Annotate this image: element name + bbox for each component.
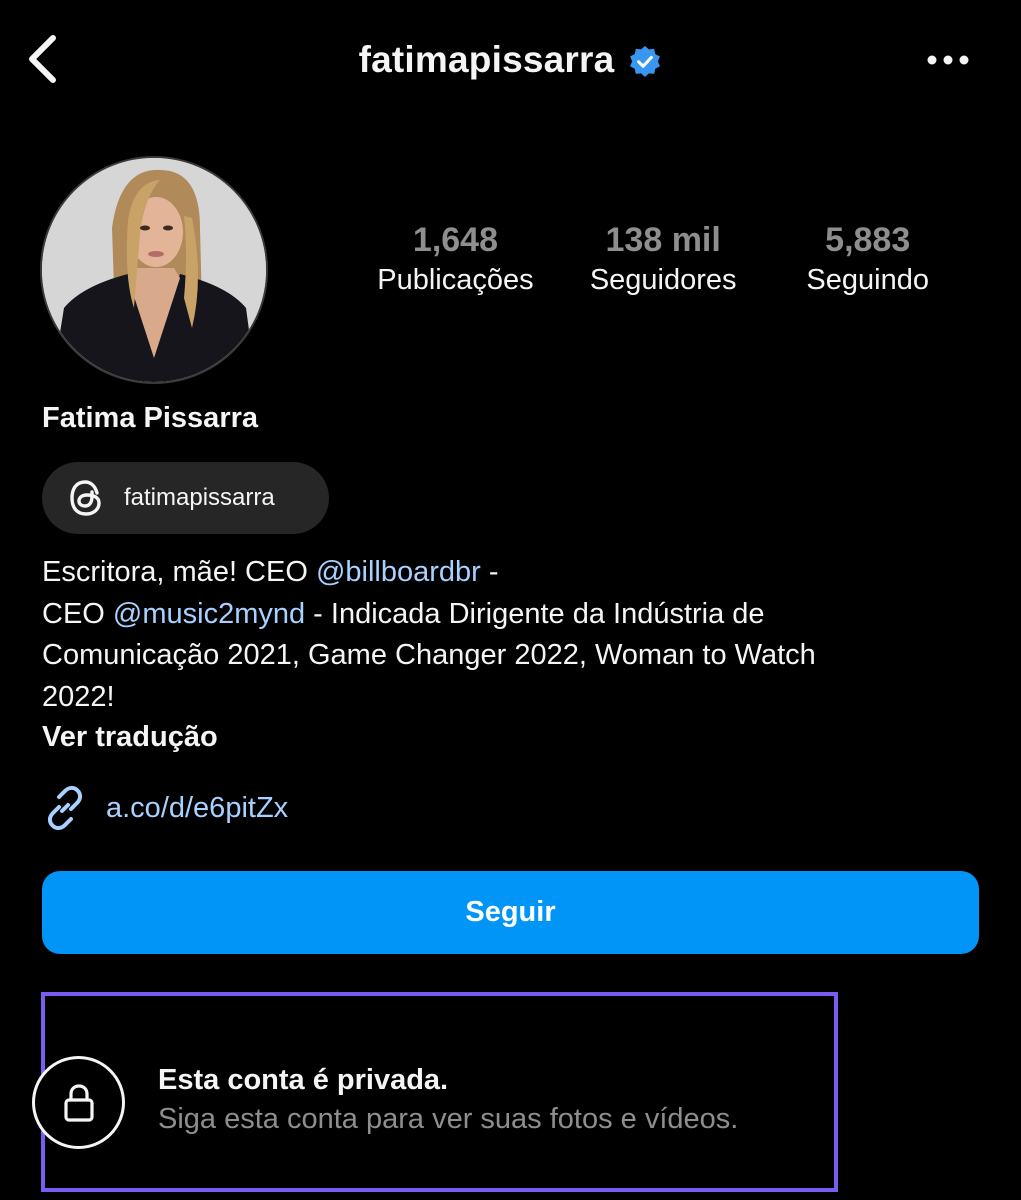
more-options-button[interactable] xyxy=(912,36,984,84)
profile-full-name: Fatima Pissarra xyxy=(42,402,259,434)
more-horizontal-icon xyxy=(927,55,969,65)
profile-header: fatimapissarra xyxy=(0,34,1021,86)
stat-followers-value: 138 mil xyxy=(605,221,721,259)
bio-line3: Comunicação 2021, Game Changer 2022, Wom… xyxy=(42,639,816,671)
threads-handle: fatimapissarra xyxy=(124,484,275,511)
profile-stats: 1,648 Publicações 138 mil Seguidores 5,8… xyxy=(350,220,970,310)
external-link[interactable]: a.co/d/e6pitZx xyxy=(42,784,288,832)
threads-badge[interactable]: fatimapissarra xyxy=(42,462,329,534)
link-icon xyxy=(47,785,83,831)
mention-link-music2mynd[interactable]: @music2mynd xyxy=(113,598,305,630)
private-account-subtitle: Siga esta conta para ver suas fotos e ví… xyxy=(158,1103,739,1135)
private-account-title: Esta conta é privada. xyxy=(158,1064,449,1096)
stat-following-value: 5,883 xyxy=(825,221,911,259)
bio-line1-suffix: - xyxy=(480,556,499,588)
bio-line4: 2022! xyxy=(42,680,115,713)
lock-icon xyxy=(63,1083,94,1122)
stat-following-label: Seguindo xyxy=(806,264,929,296)
stat-followers[interactable]: 138 mil Seguidores xyxy=(588,220,738,310)
see-translation-link[interactable]: Ver tradução xyxy=(42,721,218,754)
stat-following[interactable]: 5,883 Seguindo xyxy=(793,220,943,310)
stat-followers-label: Seguidores xyxy=(589,264,737,296)
bio-line1-prefix: Escritora, mãe! CEO xyxy=(42,556,316,588)
verified-badge-icon xyxy=(630,45,661,77)
avatar-photo xyxy=(42,158,266,382)
header-username: fatimapissarra xyxy=(358,39,615,80)
bio-line2-prefix: CEO xyxy=(42,597,113,630)
profile-bio: Escritora, mãe! CEO @billboardbr - CEO @… xyxy=(42,552,972,718)
threads-icon xyxy=(70,480,101,516)
stat-posts-value: 1,648 xyxy=(412,221,498,259)
lock-badge xyxy=(32,1056,125,1149)
stat-posts[interactable]: 1,648 Publicações xyxy=(377,220,533,310)
mention-link-billboardbr[interactable]: @billboardbr xyxy=(316,556,481,588)
external-link-text: a.co/d/e6pitZx xyxy=(106,791,289,824)
stat-posts-label: Publicações xyxy=(377,264,534,296)
bio-line2-suffix: - Indicada Dirigente da Indústria de xyxy=(305,597,765,630)
profile-avatar[interactable] xyxy=(40,156,268,384)
follow-button[interactable]: Seguir xyxy=(42,871,979,954)
